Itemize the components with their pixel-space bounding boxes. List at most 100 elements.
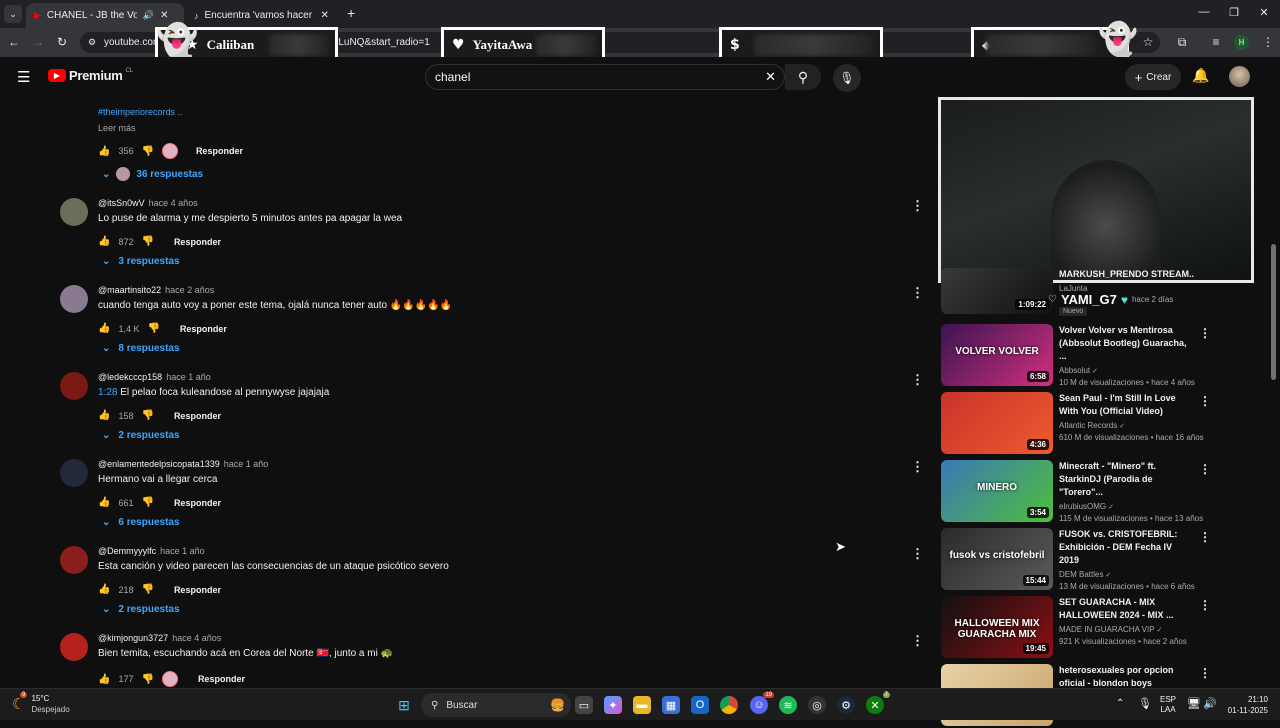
comment-time[interactable]: hace 1 año [160, 546, 205, 556]
voice-search-button[interactable]: 🎙 [833, 64, 861, 92]
video-title[interactable]: Sean Paul - I'm Still In Love With You (… [1059, 392, 1194, 418]
comment-menu-icon[interactable]: ⋮ [911, 459, 924, 475]
copilot-icon[interactable]: ✦ [604, 696, 622, 714]
avatar[interactable] [60, 372, 88, 400]
close-window-icon[interactable]: ✕ [1254, 6, 1274, 19]
close-tab-icon[interactable]: ✕ [321, 10, 329, 21]
like-icon[interactable]: 👍 [98, 146, 110, 157]
audio-icon[interactable]: 🔊 [143, 10, 154, 21]
bookmark-star-icon[interactable]: ☆ [1140, 35, 1156, 49]
like-icon[interactable]: 👍 [98, 584, 110, 595]
minimize-icon[interactable]: — [1194, 6, 1214, 18]
comment-menu-icon[interactable]: ⋮ [911, 285, 924, 301]
search-button[interactable]: ⚲ [785, 64, 821, 90]
close-tab-icon[interactable]: ✕ [160, 10, 168, 21]
chrome-icon[interactable] [720, 696, 738, 714]
video-title[interactable]: heterosexuales por opcion oficial - blon… [1059, 664, 1194, 690]
windows-start-icon[interactable]: ⊞ [395, 696, 413, 714]
reply-button[interactable]: Responder [196, 146, 243, 156]
video-title[interactable]: Minecraft - "Minero" ft. StarkinDJ (Paro… [1059, 460, 1194, 499]
comment-author[interactable]: @kimjongun3727 [98, 633, 168, 643]
channel-name[interactable]: MADE IN GUARACHA VIP ✓ [1059, 625, 1194, 634]
clock[interactable]: 21:10 01-11-2025 [1222, 694, 1268, 716]
taskbar-search[interactable]: ⚲ Buscar 🍔 [421, 693, 571, 717]
channel-name[interactable]: Atlantic Records ✓ [1059, 421, 1194, 430]
language-indicator[interactable]: ESP LAA [1160, 695, 1176, 715]
new-tab-button[interactable]: + [347, 5, 355, 21]
comment-time[interactable]: hace 1 año [166, 372, 211, 382]
recommendation-item[interactable]: VOLVER VOLVER 6:58 Volver Volver vs Mentir… [941, 324, 1261, 388]
restore-icon[interactable]: ❐ [1224, 6, 1244, 19]
discord-icon[interactable]: ☺ 19 [750, 692, 774, 714]
account-avatar[interactable] [1229, 66, 1250, 87]
video-thumbnail[interactable]: MINERO 3:54 [941, 460, 1053, 522]
app-icon[interactable]: ◎ [808, 696, 826, 714]
extensions-icon[interactable]: ⧉ [1174, 35, 1190, 50]
replies-toggle[interactable]: ⌄ 2 respuestas [102, 604, 180, 615]
volume-icon[interactable]: 🔊 [1203, 697, 1217, 710]
hamburger-menu-icon[interactable]: ☰ [17, 68, 30, 86]
comment-time[interactable]: hace 4 años [172, 633, 221, 643]
avatar[interactable] [60, 459, 88, 487]
like-icon[interactable]: 👍 [98, 236, 110, 247]
comment-author[interactable]: @itsSn0wV [98, 198, 145, 208]
avatar[interactable] [60, 198, 88, 226]
dislike-icon[interactable]: 👎 [141, 410, 153, 421]
forward-icon[interactable]: → [30, 35, 46, 49]
video-menu-icon[interactable]: ⋮ [1199, 530, 1211, 544]
dislike-icon[interactable]: 👎 [141, 146, 153, 157]
recommendation-item[interactable]: HALLOWEEN MIX GUARACHA MIX 19:45 SET GUARA… [941, 596, 1261, 660]
create-button[interactable]: + Crear [1125, 64, 1181, 90]
media-icon[interactable]: ≡ [1208, 35, 1224, 49]
recommendation-item[interactable]: MINERO 3:54 Minecraft - "Minero" ft. Stark… [941, 460, 1261, 524]
video-thumbnail[interactable]: 4:36 [941, 392, 1053, 454]
xbox-icon[interactable]: ✕ 7 [866, 692, 890, 714]
avatar[interactable] [60, 633, 88, 661]
comment-menu-icon[interactable]: ⋮ [911, 198, 924, 214]
search-input[interactable]: chanel ✕ [425, 64, 785, 90]
reply-button[interactable]: Responder [174, 411, 221, 421]
reply-button[interactable]: Responder [174, 585, 221, 595]
task-view-icon[interactable]: ▭ [575, 696, 593, 714]
comment-time[interactable]: hace 4 años [149, 198, 198, 208]
dislike-icon[interactable]: 👎 [141, 674, 153, 685]
video-thumbnail[interactable]: VOLVER VOLVER 6:58 [941, 324, 1053, 386]
reply-button[interactable]: Responder [198, 674, 245, 684]
notifications-bell-icon[interactable]: 🔔 [1192, 67, 1209, 84]
replies-toggle[interactable]: ⌄ 3 respuestas [102, 256, 180, 267]
youtube-logo[interactable]: ▶ Premium CL [48, 68, 133, 83]
video-thumbnail[interactable]: 1:09:22 [941, 268, 1053, 314]
outlook-icon[interactable]: O [691, 696, 709, 714]
avatar[interactable] [60, 546, 88, 574]
page-scrollbar[interactable] [1271, 244, 1276, 380]
file-explorer-icon[interactable]: ▬ [633, 696, 651, 714]
reload-icon[interactable]: ↻ [54, 35, 70, 49]
clear-search-icon[interactable]: ✕ [765, 69, 776, 85]
tray-chevron-icon[interactable]: ⌃ [1116, 698, 1124, 709]
like-icon[interactable]: 👍 [98, 497, 110, 508]
video-title[interactable]: SET GUARACHA - MIX HALLOWEEN 2024 - MIX … [1059, 596, 1194, 622]
reply-button[interactable]: Responder [174, 237, 221, 247]
video-menu-icon[interactable]: ⋮ [1199, 598, 1211, 612]
comment-author[interactable]: @Demmyyylfc [98, 546, 156, 556]
timestamp-link[interactable]: 1:28 [98, 387, 117, 398]
dislike-icon[interactable]: 👎 [141, 236, 153, 247]
comment-menu-icon[interactable]: ⋮ [911, 546, 924, 562]
channel-name[interactable]: elrubiusOMG ✓ [1059, 502, 1194, 511]
replies-toggle[interactable]: ⌄ 2 respuestas [102, 430, 180, 441]
video-menu-icon[interactable]: ⋮ [1199, 666, 1211, 680]
replies-toggle[interactable]: ⌄ 8 respuestas [102, 343, 180, 354]
video-title[interactable]: FUSOK vs. CRISTOFEBRIL: Exhibición - DEM… [1059, 528, 1194, 567]
dislike-icon[interactable]: 👎 [141, 497, 153, 508]
reply-button[interactable]: Responder [174, 498, 221, 508]
spotify-icon[interactable]: ≋ [779, 696, 797, 714]
recommendation-item[interactable]: fusok vs cristofebril 15:44 FUSOK vs. CRIS… [941, 528, 1261, 592]
channel-name[interactable]: DEM Battles ✓ [1059, 570, 1194, 579]
like-icon[interactable]: 👍 [98, 323, 110, 334]
tray-mic-icon[interactable]: 🎙 [1138, 697, 1152, 710]
tab-list-button[interactable]: ⌄ [4, 5, 22, 23]
comment-author[interactable]: @ledekcccp158 [98, 372, 162, 382]
comment-time[interactable]: hace 1 año [224, 459, 269, 469]
reply-button[interactable]: Responder [180, 324, 227, 334]
dislike-icon[interactable]: 👎 [141, 584, 153, 595]
